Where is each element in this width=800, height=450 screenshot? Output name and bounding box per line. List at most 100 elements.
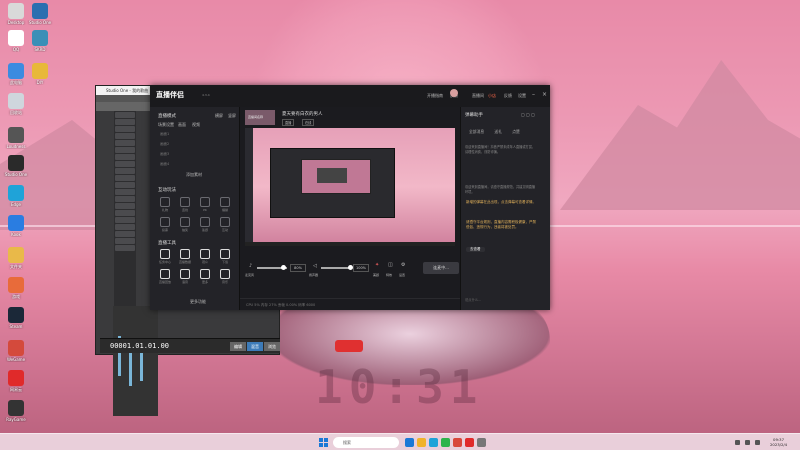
effects-icon[interactable]: ◫ xyxy=(388,262,393,268)
feature-label: PK xyxy=(203,208,207,212)
desktop-icon[interactable]: 此电脑 xyxy=(3,63,29,86)
taskbar-app-icon[interactable] xyxy=(465,438,474,447)
taskbar-app-icon[interactable] xyxy=(417,438,426,447)
scene-tab-1[interactable]: 场景设置 xyxy=(158,122,174,128)
desktop-icon[interactable]: WeGame xyxy=(3,340,29,362)
tab-likes[interactable]: 点赞 xyxy=(512,129,520,134)
taskbar-search[interactable]: 搜索 xyxy=(333,437,399,448)
live-title[interactable]: 夏天要有白衣的男人 xyxy=(282,111,323,117)
close-icon[interactable]: × xyxy=(542,91,547,98)
desktop-icon[interactable]: Studio One xyxy=(27,3,53,25)
live-preview[interactable] xyxy=(245,128,455,246)
tray-chevron-icon[interactable] xyxy=(735,440,740,445)
avatar[interactable] xyxy=(450,89,458,97)
minimize-icon[interactable]: – xyxy=(532,91,535,98)
live-button[interactable]: 连麦中... xyxy=(423,262,459,274)
mode-portrait[interactable]: 竖屏 xyxy=(228,113,236,119)
taskbar-app-icon[interactable] xyxy=(477,438,486,447)
feature-icon[interactable] xyxy=(220,197,230,207)
mic-percent[interactable]: 80% xyxy=(290,264,306,272)
desktop-icon[interactable]: 游戏 xyxy=(3,277,29,300)
desktop-icon[interactable]: Edge xyxy=(3,185,29,207)
system-message-1: 欢迎来到直播间！抖音严禁未成年人直播或打赏，请理性消费，谨防诈骗。 xyxy=(465,145,536,154)
scene-item-2[interactable]: 画面2 xyxy=(160,142,230,150)
chat-input[interactable]: 说点什么... xyxy=(465,297,545,302)
edit-button[interactable]: 编辑 xyxy=(230,342,246,351)
scene-item-3[interactable]: 画面3 xyxy=(160,152,230,160)
desktop-icon[interactable]: DIY xyxy=(27,63,53,85)
settings-gear-icon[interactable]: ⚙ xyxy=(401,262,405,268)
mic-label: 麦克风 xyxy=(245,273,255,277)
beauty-icon[interactable]: ✦ xyxy=(375,262,379,268)
desktop-icon[interactable]: QQ xyxy=(3,30,29,52)
taskbar-app-icon[interactable] xyxy=(429,438,438,447)
mode-title[interactable]: 直播模式 xyxy=(158,113,176,119)
view-button[interactable]: 去查看 xyxy=(466,247,485,252)
feature-icon[interactable] xyxy=(220,217,230,227)
feature-icon[interactable] xyxy=(180,249,190,259)
scene-tab-3[interactable]: 视频 xyxy=(192,122,200,128)
tab-gifts[interactable]: 送礼 xyxy=(494,129,502,134)
taskbar-app-icon[interactable] xyxy=(405,438,414,447)
tab-settings[interactable]: 设置 xyxy=(518,93,526,99)
titlebar[interactable]: 直播伴侣 4.3.4 开播指南 反馈 直播间 小店 反馈 设置 – × xyxy=(150,85,550,107)
volume-icon[interactable] xyxy=(755,440,760,445)
speaker-percent[interactable]: 100% xyxy=(353,264,369,272)
feature-icon[interactable] xyxy=(180,197,190,207)
feature-icon[interactable] xyxy=(160,269,170,279)
tab-room[interactable]: 直播间 xyxy=(472,93,484,99)
desktop-icon[interactable]: Desktop xyxy=(3,3,29,25)
desktop-icon[interactable]: Loudness xyxy=(3,127,29,149)
scene-item-4[interactable]: 画面4 xyxy=(160,162,230,170)
live-companion-window[interactable]: 直播伴侣 4.3.4 开播指南 反馈 直播间 小店 反馈 设置 – × 直播模式… xyxy=(150,85,550,310)
taskbar-app-icon[interactable] xyxy=(453,438,462,447)
panel-icons[interactable]: ▢ ▢ ▢ xyxy=(521,112,535,117)
tab-all-messages[interactable]: 全部消息 xyxy=(469,129,484,134)
desktop-icon[interactable]: 回收站 xyxy=(3,93,29,116)
feature-icon[interactable] xyxy=(160,197,170,207)
tab-feedback[interactable]: 反馈 xyxy=(504,93,512,99)
feature-label: 福袋 xyxy=(221,208,228,212)
desktop-icon[interactable]: RayGame xyxy=(3,400,29,422)
tag-1[interactable]: 直播 xyxy=(282,119,295,126)
network-icon[interactable] xyxy=(745,440,750,445)
desktop-icon[interactable]: 网易云 xyxy=(3,370,29,393)
speaker-icon[interactable]: ◁ xyxy=(313,263,317,269)
windows-start-icon[interactable] xyxy=(319,438,328,447)
speaker-slider[interactable] xyxy=(321,265,353,270)
mic-slider[interactable] xyxy=(257,265,287,270)
scene-item-1[interactable]: 画面1 xyxy=(160,132,230,140)
desktop-icon[interactable]: Kook xyxy=(3,215,29,237)
tab-shop[interactable]: 小店 xyxy=(488,93,496,99)
add-scene-button[interactable]: 添加素材 xyxy=(186,172,202,178)
clock[interactable]: 09:37 2023/2/4 xyxy=(770,437,787,447)
right-panel: 弹幕助手 ▢ ▢ ▢ 全部消息 送礼 点赞 欢迎来到直播间！抖音严禁未成年人直播… xyxy=(460,107,550,310)
studio-transport[interactable]: 00001.01.01.00 编辑 混音 浏览 xyxy=(100,338,280,353)
guide-link[interactable]: 开播指南 xyxy=(427,93,443,99)
desktop-icon[interactable]: Studio One xyxy=(3,155,29,177)
feature-icon[interactable] xyxy=(200,217,210,227)
feature-icon[interactable] xyxy=(180,269,190,279)
feature-icon[interactable] xyxy=(160,217,170,227)
feature-icon[interactable] xyxy=(200,249,210,259)
more-features-button[interactable]: 更多功能 xyxy=(190,299,206,305)
desktop-icon[interactable]: SKRD xyxy=(27,30,53,52)
feature-icon[interactable] xyxy=(220,269,230,279)
studio-mixer[interactable] xyxy=(113,306,158,416)
desktop-icon[interactable]: Steam xyxy=(3,307,29,329)
feature-icon[interactable] xyxy=(180,217,190,227)
feature-icon[interactable] xyxy=(160,249,170,259)
taskbar-app-icon[interactable] xyxy=(441,438,450,447)
tag-2[interactable]: 在线 xyxy=(302,119,315,126)
feature-icon[interactable] xyxy=(200,197,210,207)
desktop-icon[interactable]: 文件夹 xyxy=(3,247,29,270)
mic-icon[interactable]: ♪ xyxy=(249,263,252,269)
mix-button[interactable]: 混音 xyxy=(247,342,263,351)
scene-tab-2[interactable]: 画面 xyxy=(178,122,186,128)
browse-button[interactable]: 浏览 xyxy=(264,342,280,351)
feature-icon[interactable] xyxy=(220,249,230,259)
feature-icon[interactable] xyxy=(200,269,210,279)
studio-track-list[interactable] xyxy=(114,111,136,306)
mode-landscape[interactable]: 横屏 xyxy=(215,113,223,119)
message-tabs[interactable]: 全部消息 送礼 点赞 xyxy=(469,129,529,135)
